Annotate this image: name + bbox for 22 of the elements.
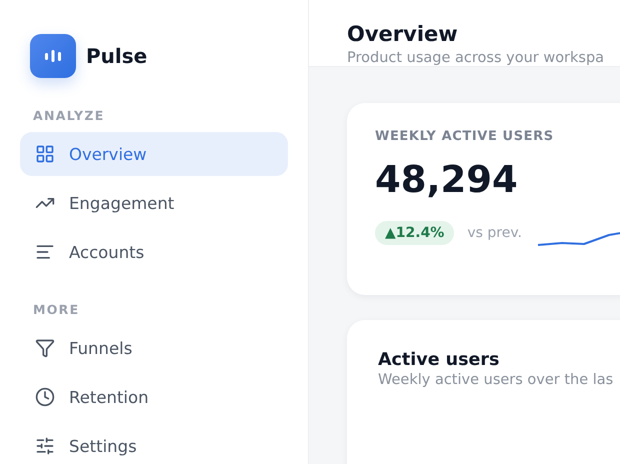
nav-item[interactable]: Retention — [20, 375, 288, 419]
nav-item[interactable]: Funnels — [20, 326, 288, 370]
section-label: ANALYZE — [33, 108, 106, 123]
nav-item[interactable]: Engagement — [20, 181, 288, 225]
sliders-icon — [35, 436, 55, 456]
page-subtitle: Product usage across your workspa — [347, 50, 606, 66]
nav-item[interactable]: Overview — [20, 132, 288, 176]
change-badge: ▲12.4% — [375, 221, 454, 245]
nav-item[interactable]: Settings — [20, 424, 288, 464]
comparison-text: vs prev. — [467, 225, 522, 241]
page-title: Overview — [347, 22, 459, 46]
card-subtitle: Weekly active users over the las — [378, 372, 614, 388]
grid-icon — [35, 144, 55, 164]
app-name: Pulse — [86, 44, 148, 68]
metric-value: 48,294 — [375, 158, 519, 201]
logo-icon — [30, 34, 76, 78]
nav-item[interactable]: Accounts — [20, 230, 288, 274]
metric-label: WEEKLY ACTIVE USERS — [375, 129, 555, 144]
card-title: Active users — [378, 350, 500, 370]
funnel-icon — [35, 338, 55, 358]
section-label: MORE — [33, 302, 80, 317]
clock-icon — [35, 387, 55, 407]
